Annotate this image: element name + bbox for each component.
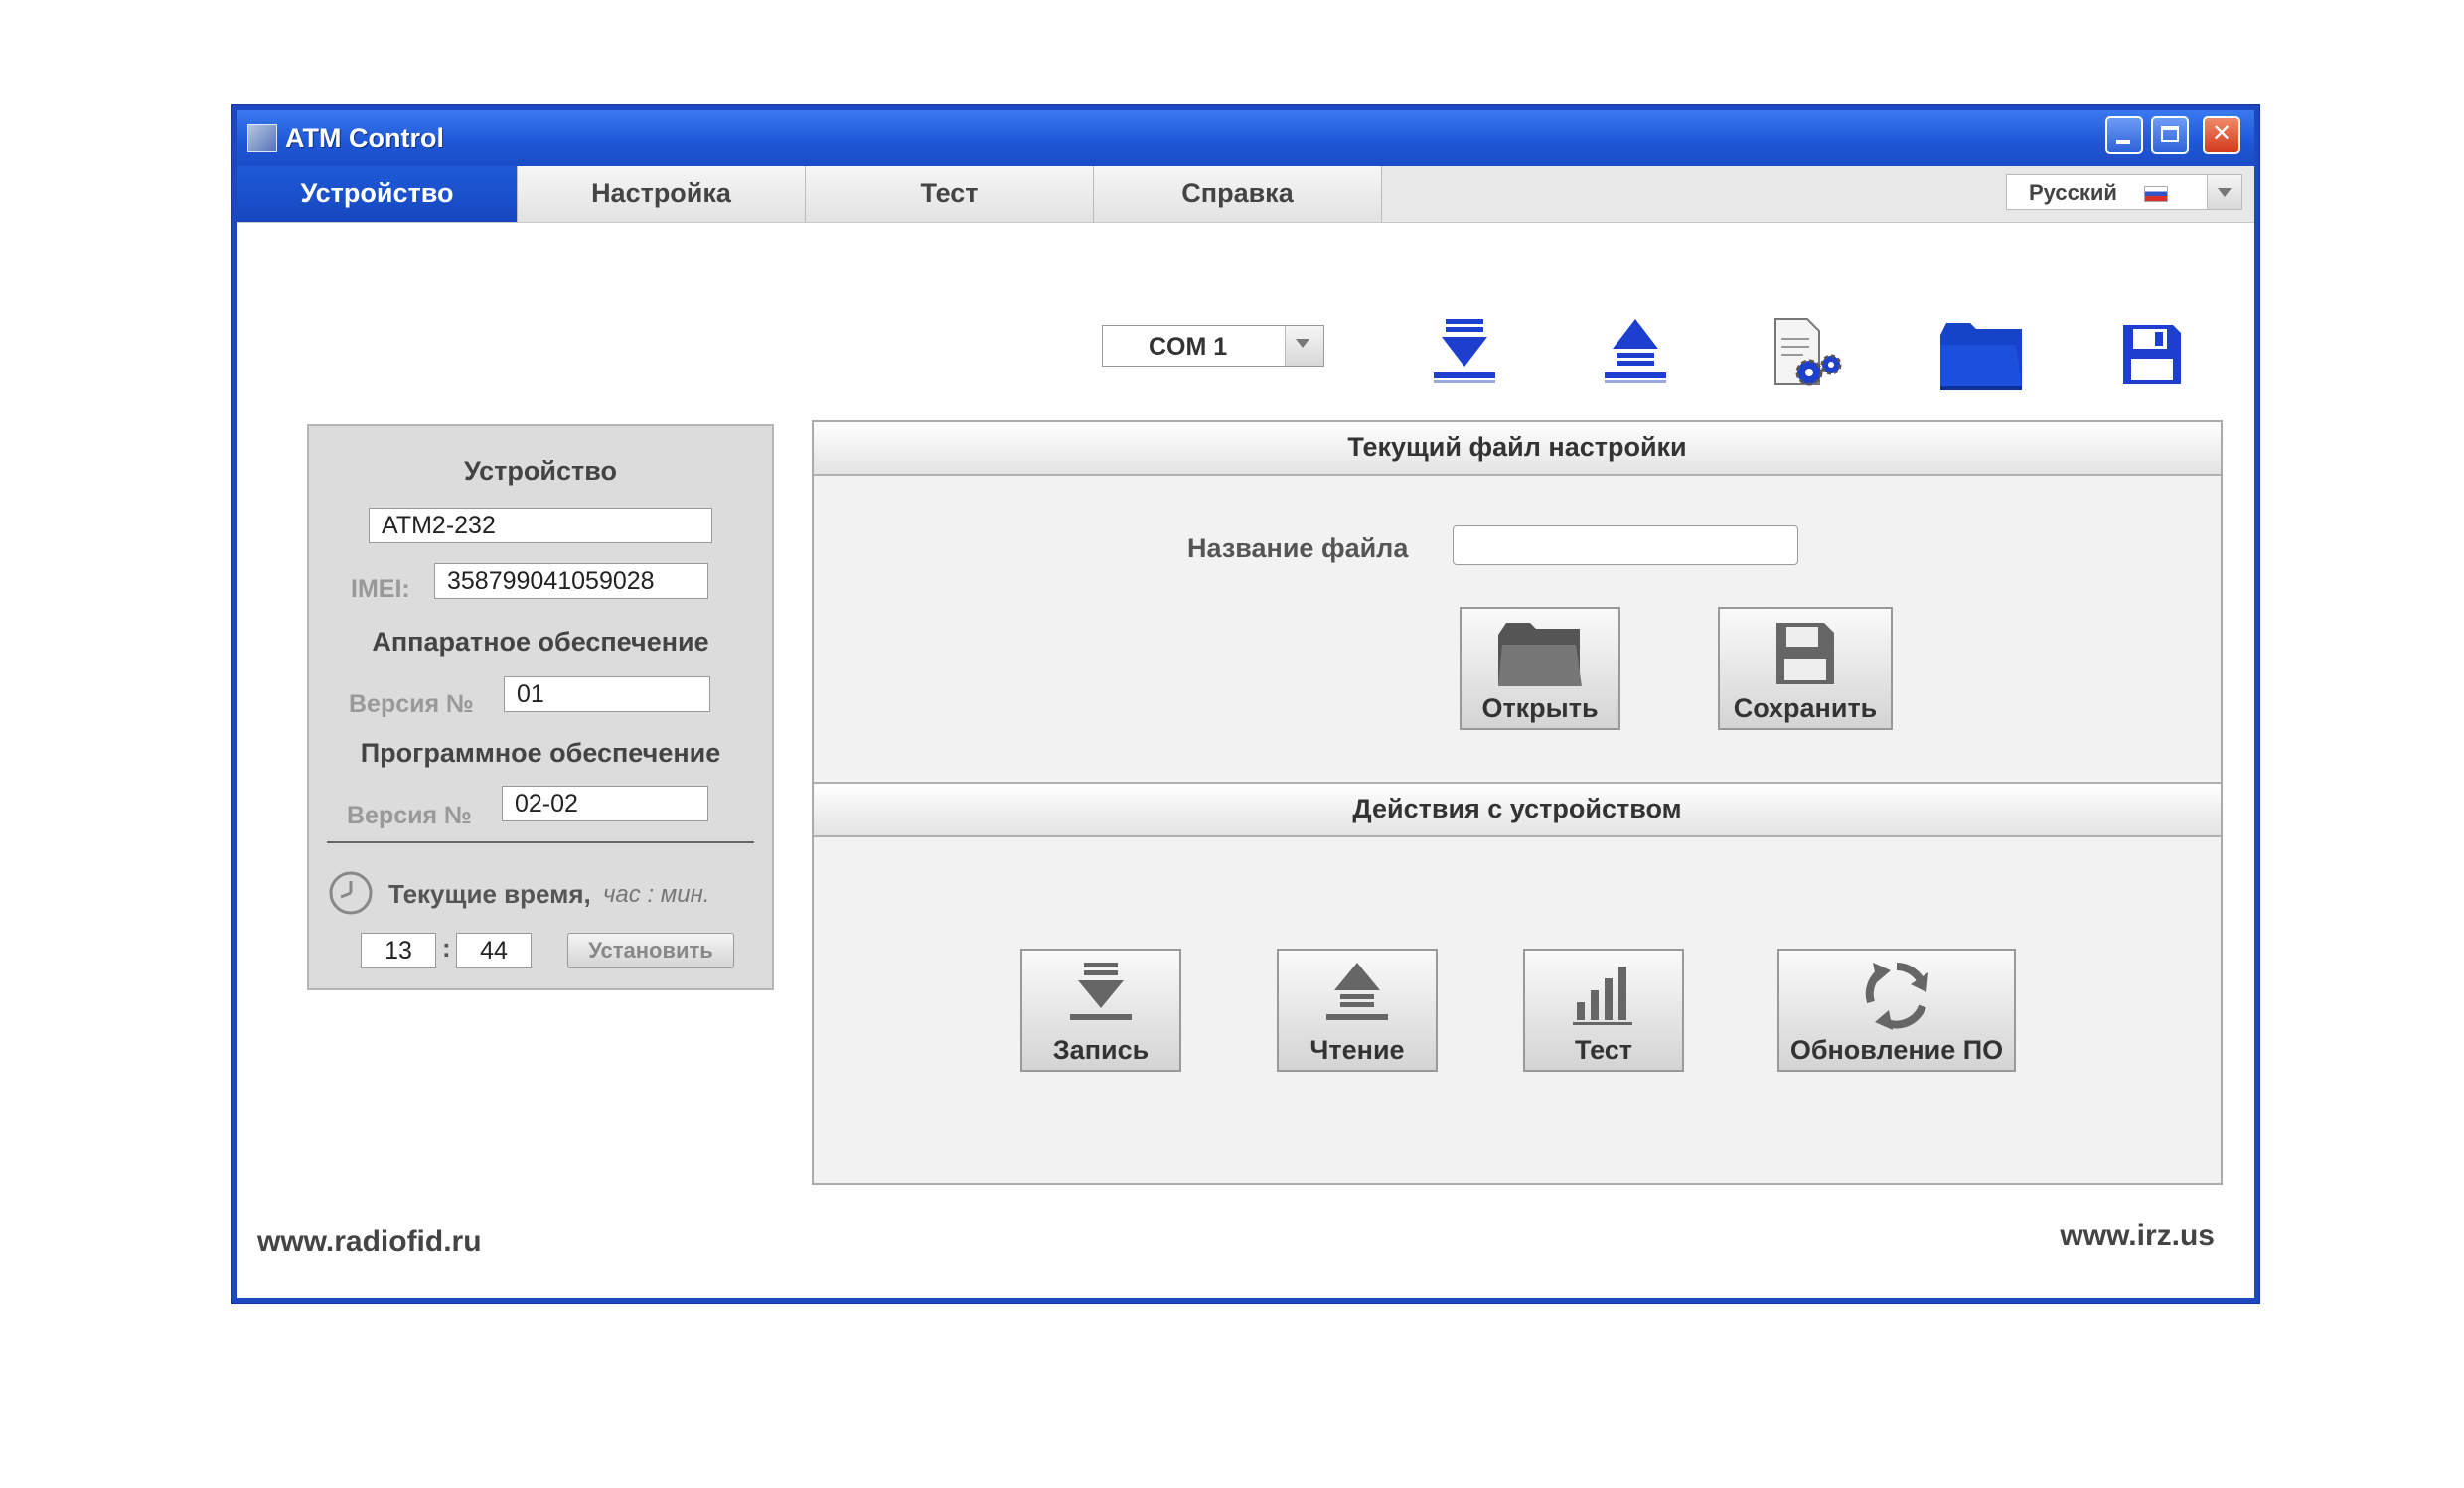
- app-icon: [247, 124, 277, 152]
- tab-help[interactable]: Справка: [1094, 166, 1382, 222]
- write-to-device-button[interactable]: [1428, 315, 1501, 394]
- tab-test[interactable]: Тест: [806, 166, 1094, 222]
- com-port-select[interactable]: COM 1: [1102, 325, 1324, 367]
- title-bar[interactable]: ATM Control ✕: [237, 110, 2254, 166]
- write-button-label: Запись: [1052, 1035, 1150, 1065]
- minutes-field[interactable]: 44: [456, 933, 532, 968]
- download-icon: [1434, 319, 1495, 383]
- filename-input[interactable]: [1453, 525, 1798, 565]
- hours-field[interactable]: 13: [361, 933, 436, 968]
- refresh-icon: [1865, 963, 1928, 1030]
- language-select[interactable]: Русский: [2006, 174, 2242, 210]
- app-window: ATM Control ✕ Устройство Настройка Тест …: [232, 105, 2259, 1303]
- file-settings-button[interactable]: [1770, 315, 1843, 394]
- read-from-device-button[interactable]: [1599, 315, 1672, 394]
- com-port-value: COM 1: [1149, 333, 1228, 361]
- config-file-heading: Текущий файл настройки: [814, 422, 2221, 476]
- tab-bar: Устройство Настройка Тест Справка Русски…: [237, 166, 2254, 223]
- upload-icon: [1605, 319, 1666, 383]
- firmware-update-button[interactable]: Обновление ПО: [1777, 949, 2016, 1072]
- bar-chart-icon: [1573, 967, 1632, 1025]
- maximize-icon: [2161, 126, 2179, 142]
- open-button-label: Открыть: [1481, 693, 1599, 723]
- test-button[interactable]: Тест: [1523, 949, 1684, 1072]
- floppy-disk-icon: [2123, 325, 2181, 384]
- close-button[interactable]: ✕: [2203, 116, 2240, 154]
- chevron-down-icon[interactable]: [2207, 175, 2241, 209]
- software-version-field[interactable]: 02-02: [502, 786, 708, 821]
- save-file-button[interactable]: [2115, 315, 2189, 394]
- time-units-label: час : мин.: [603, 881, 710, 908]
- read-button[interactable]: Чтение: [1277, 949, 1438, 1072]
- floppy-disk-icon: [1776, 623, 1834, 684]
- maximize-button[interactable]: [2151, 116, 2189, 154]
- software-version-label: Версия №: [347, 802, 472, 829]
- read-button-label: Чтение: [1309, 1035, 1405, 1065]
- test-button-label: Тест: [1574, 1035, 1633, 1065]
- language-label: Русский: [2029, 180, 2117, 205]
- tab-device[interactable]: Устройство: [237, 166, 518, 222]
- close-icon: ✕: [2211, 120, 2233, 147]
- hardware-version-label: Версия №: [349, 690, 474, 718]
- open-file-button[interactable]: [1936, 315, 2028, 394]
- current-time-label: Текущие время,: [388, 879, 591, 909]
- main-panel: Текущий файл настройки Название файла От…: [812, 420, 2223, 1185]
- set-time-button[interactable]: Установить: [567, 933, 734, 968]
- folder-icon: [1498, 623, 1582, 686]
- device-actions-heading: Действия с устройством: [814, 782, 2221, 837]
- upload-icon: [1326, 963, 1388, 1020]
- settings-file-icon: [1774, 318, 1842, 386]
- client-area: Устройство Настройка Тест Справка Русски…: [237, 166, 2254, 1298]
- open-button[interactable]: Открыть: [1460, 607, 1620, 730]
- clock-icon: [329, 871, 373, 915]
- software-heading: Программное обеспечение: [360, 738, 721, 768]
- hardware-heading: Аппаратное обеспечение: [372, 627, 709, 657]
- download-icon: [1070, 963, 1132, 1020]
- device-model-field[interactable]: ATM2-232: [369, 508, 712, 543]
- window-title: ATM Control: [285, 123, 444, 153]
- imei-field[interactable]: 358799041059028: [434, 563, 708, 599]
- folder-icon: [1940, 323, 2022, 390]
- device-info-panel: Устройство ATM2-232 IMEI: 35879904105902…: [307, 424, 774, 990]
- divider: [327, 841, 754, 843]
- firmware-update-button-label: Обновление ПО: [1789, 1035, 2004, 1065]
- device-heading: Устройство: [464, 456, 617, 486]
- time-separator: :: [442, 933, 451, 963]
- minimize-icon: [2116, 140, 2130, 144]
- save-button-label: Сохранить: [1733, 693, 1878, 723]
- write-button[interactable]: Запись: [1020, 949, 1181, 1072]
- filename-label: Название файла: [1187, 533, 1409, 563]
- minimize-button[interactable]: [2105, 116, 2143, 154]
- chevron-down-icon[interactable]: [1285, 326, 1323, 366]
- imei-label: IMEI:: [351, 575, 410, 603]
- tab-settings[interactable]: Настройка: [518, 166, 806, 222]
- hardware-version-field[interactable]: 01: [504, 676, 710, 712]
- save-button[interactable]: Сохранить: [1718, 607, 1893, 730]
- irz-link[interactable]: www.irz.us: [2060, 1219, 2215, 1253]
- russia-flag-icon: [2144, 186, 2168, 202]
- radiofid-link[interactable]: www.radiofid.ru: [257, 1225, 482, 1259]
